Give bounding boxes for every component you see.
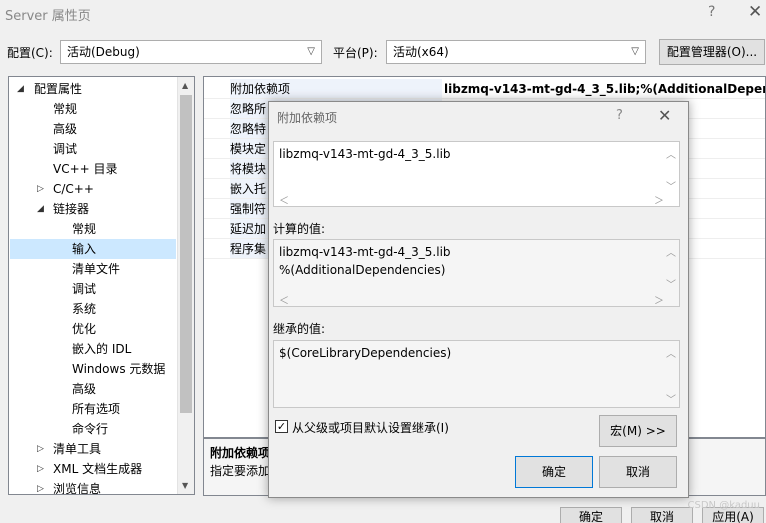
close-icon[interactable]: ✕ [658, 106, 671, 125]
macro-button[interactable]: 宏(M) >> [599, 415, 677, 447]
tree-item-linker-input[interactable]: 输入 [10, 239, 176, 259]
scroll-up-icon[interactable]: ▲ [182, 81, 188, 90]
tree-item-debugging[interactable]: 调试 [53, 139, 77, 159]
collapse-icon[interactable]: ◢ [17, 79, 24, 99]
tree-item-label: 清单工具 [53, 442, 102, 456]
inherit-checkbox-label[interactable]: 从父级或项目默认设置继承(I) [292, 419, 449, 436]
tree-item-command-line[interactable]: 命令行 [72, 419, 108, 439]
tree-item-all-options[interactable]: 所有选项 [72, 399, 120, 419]
help-icon[interactable]: ? [616, 108, 623, 123]
scroll-down-icon[interactable]: ﹀ [666, 178, 676, 193]
inherited-value-box: $(CoreLibraryDependencies) ︿ ﹀ [273, 340, 680, 408]
tree-item-vc-directories[interactable]: VC++ 目录 [53, 159, 118, 179]
tree-item-linker-general[interactable]: 常规 [72, 219, 96, 239]
inherit-checkbox[interactable]: ✓ [275, 420, 288, 433]
dependencies-edit-text[interactable]: libzmq-v143-mt-gd-4_3_5.lib [279, 145, 451, 163]
scroll-up-icon[interactable]: ︿ [666, 244, 676, 259]
tree-item-advanced[interactable]: 高级 [53, 119, 77, 139]
computed-value-text: libzmq-v143-mt-gd-4_3_5.lib %(Additional… [279, 245, 451, 277]
tree-scrollbar[interactable]: ▲ ▼ [177, 77, 194, 494]
collapse-icon[interactable]: ◢ [37, 199, 44, 219]
expand-icon[interactable]: ▷ [37, 459, 44, 479]
tree-item-optimization[interactable]: 优化 [72, 319, 96, 339]
tree-item-system[interactable]: 系统 [72, 299, 96, 319]
cancel-button[interactable]: 取消 [631, 507, 693, 523]
scroll-up-icon[interactable]: ︿ [666, 345, 676, 360]
property-tree[interactable]: ◢ 配置属性 常规 高级 调试 VC++ 目录 ▷ C/C++ ◢ 链接器 常规… [8, 76, 195, 495]
computed-value-box: libzmq-v143-mt-gd-4_3_5.lib %(Additional… [273, 239, 680, 307]
tree-item-label: 链接器 [53, 202, 90, 216]
dialog-ok-button[interactable]: 确定 [515, 456, 593, 488]
help-icon[interactable]: ? [708, 4, 715, 20]
grid-row-name: 附加依赖项 [230, 79, 442, 98]
tree-item-label: C/C++ [53, 182, 94, 196]
scroll-up-icon[interactable]: ︿ [666, 146, 676, 161]
platform-label: 平台(P): [333, 46, 378, 60]
config-select[interactable]: 活动(Debug) ▽ [60, 40, 322, 64]
scroll-down-icon[interactable]: ﹀ [666, 276, 676, 291]
dialog-cancel-button[interactable]: 取消 [599, 456, 677, 488]
grid-row-additional-dependencies[interactable]: 附加依赖项 libzmq-v143-mt-gd-4_3_5.lib;%(Addi… [204, 79, 765, 99]
tree-item-label: XML 文档生成器 [53, 462, 143, 476]
ok-button[interactable]: 确定 [560, 507, 622, 523]
computed-value-label: 计算的值: [273, 222, 326, 236]
chevron-down-icon: ▽ [307, 46, 315, 57]
check-icon: ✓ [276, 420, 287, 433]
tree-item-linker-debugging[interactable]: 调试 [72, 279, 96, 299]
tree-item-windows-metadata[interactable]: Windows 元数据 [72, 359, 165, 379]
scroll-down-icon[interactable]: ▼ [182, 481, 188, 490]
scroll-down-icon[interactable]: ﹀ [666, 391, 676, 406]
watermark: CSDN @kaduu [687, 500, 760, 511]
config-value: 活动(Debug) [67, 45, 140, 59]
config-manager-button[interactable]: 配置管理器(O)... [659, 39, 765, 65]
close-icon[interactable]: ✕ [748, 2, 762, 22]
inherited-value-label: 继承的值: [273, 322, 326, 336]
chevron-down-icon: ▽ [631, 46, 639, 57]
scrollbar-thumb[interactable] [180, 95, 192, 413]
window-title: Server 属性页 [5, 9, 91, 24]
tree-item-manifest-file[interactable]: 清单文件 [72, 259, 120, 279]
tree-item-label: 配置属性 [34, 82, 83, 96]
tree-item-embedded-idl[interactable]: 嵌入的 IDL [72, 339, 131, 359]
description-title: 附加依赖项 [210, 446, 271, 460]
expand-icon[interactable]: ▷ [37, 439, 44, 459]
platform-select[interactable]: 活动(x64) ▽ [386, 40, 646, 64]
dialog-title: 附加依赖项 [277, 111, 338, 125]
expand-icon[interactable]: ▷ [37, 179, 44, 199]
config-label: 配置(C): [7, 46, 53, 60]
additional-dependencies-dialog: 附加依赖项 ? ✕ libzmq-v143-mt-gd-4_3_5.lib ︿ … [268, 101, 689, 498]
scroll-right-icon[interactable]: ＞ [654, 192, 664, 207]
expand-icon[interactable]: ▷ [37, 479, 44, 494]
scroll-left-icon[interactable]: ＜ [279, 192, 289, 207]
dependencies-edit-box[interactable]: libzmq-v143-mt-gd-4_3_5.lib ︿ ﹀ ＜ ＞ [273, 141, 680, 207]
scroll-right-icon[interactable]: ＞ [654, 292, 664, 307]
description-text: 指定要添加 [210, 464, 271, 478]
inherited-value-text: $(CoreLibraryDependencies) [279, 346, 452, 360]
tree-item-general[interactable]: 常规 [53, 99, 77, 119]
grid-row-value: libzmq-v143-mt-gd-4_3_5.lib;%(Additional… [444, 82, 765, 96]
scroll-left-icon[interactable]: ＜ [279, 292, 289, 307]
platform-value: 活动(x64) [393, 45, 449, 59]
tree-item-linker-advanced[interactable]: 高级 [72, 379, 96, 399]
tree-item-label: 浏览信息 [53, 482, 102, 495]
